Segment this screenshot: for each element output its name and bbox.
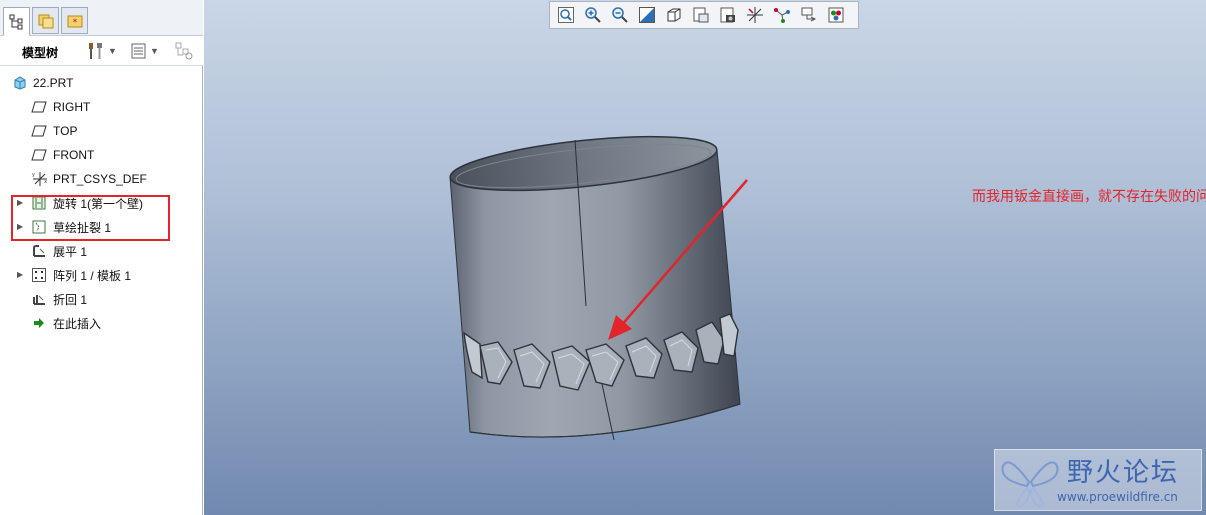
butterfly-logo-icon (1001, 461, 1059, 508)
bend-back-icon (31, 291, 47, 307)
model-tree-title: 模型树 (22, 46, 59, 60)
tree-item-label: 展平 1 (53, 244, 88, 259)
tree-item-unbend[interactable]: 展平 1 (0, 240, 203, 262)
csys-icon: yx (31, 171, 47, 187)
pattern-icon (31, 267, 47, 283)
navigator-tabs: * (0, 0, 203, 36)
tree-item-label: 22.PRT (33, 76, 74, 90)
annotation-text: 而我用钣金直接画，就不存在失败的问题 (972, 188, 1206, 204)
svg-text:x: x (44, 179, 47, 185)
tree-item-top[interactable]: TOP (0, 120, 203, 142)
unbend-icon (31, 243, 47, 259)
tree-item-csys[interactable]: yx PRT_CSYS_DEF (0, 168, 203, 190)
tree-item-label: 在此插入 (53, 316, 102, 331)
model-tree-panel: * 模型树 ▼ ▼ 22.PRT RIGHT TOP FRONT y x PRT… (0, 0, 203, 515)
insert-here-icon (31, 315, 47, 331)
chevron-down-icon: ▼ (150, 46, 159, 56)
tree-item-label: TOP (53, 124, 78, 138)
tree-item-pattern[interactable]: ▶ 阵列 1 / 模板 1 (0, 264, 203, 286)
list-icon (131, 43, 146, 59)
tree-settings-button[interactable]: ▼ (86, 41, 117, 61)
folder-browser-icon (38, 14, 53, 28)
tab-favorites[interactable]: * (61, 7, 88, 34)
tree-filter-icon (175, 42, 193, 60)
watermark-title: 野火论坛 (1067, 458, 1180, 488)
tab-model-tree[interactable] (3, 7, 30, 36)
watermark-url: www.proewildfire.cn (1057, 490, 1178, 504)
svg-text:*: * (72, 18, 77, 28)
forum-watermark: 野火论坛 www.proewildfire.cn (994, 449, 1202, 511)
chevron-down-icon: ▼ (108, 46, 117, 56)
datum-plane-icon (31, 123, 47, 139)
tree-item-label: 阵列 1 / 模板 1 (53, 268, 132, 283)
expand-arrow-icon[interactable]: ▶ (17, 270, 25, 280)
tree-item-bend-back[interactable]: 折回 1 (0, 288, 203, 310)
tree-item-label: PRT_CSYS_DEF (53, 172, 147, 186)
cylinder-model[interactable] (204, 0, 1206, 515)
highlight-box (11, 195, 170, 241)
tree-item-part[interactable]: 22.PRT (0, 72, 203, 94)
model-tree-icon (9, 14, 22, 29)
tree-item-label: FRONT (53, 148, 95, 162)
tree-item-right[interactable]: RIGHT (0, 96, 203, 118)
tree-item-front[interactable]: FRONT (0, 144, 203, 166)
model-tree-toolbar: 模型树 ▼ ▼ (0, 36, 203, 66)
tab-folder-browser[interactable] (32, 7, 59, 34)
tree-item-label: RIGHT (53, 100, 91, 114)
tree-item-label: 折回 1 (53, 292, 88, 307)
datum-plane-icon (31, 147, 47, 163)
svg-text:y: y (32, 172, 35, 178)
tools-icon (89, 43, 102, 59)
favorites-icon: * (67, 15, 82, 28)
tree-item-insert-here[interactable]: 在此插入 (0, 312, 203, 334)
tree-show-button[interactable]: ▼ (130, 41, 159, 61)
tree-filter-button[interactable] (174, 41, 194, 61)
datum-plane-icon (31, 99, 47, 115)
graphics-viewport[interactable]: 而我用钣金直接画，就不存在失败的问题 (204, 0, 1206, 515)
part-icon (12, 75, 28, 91)
